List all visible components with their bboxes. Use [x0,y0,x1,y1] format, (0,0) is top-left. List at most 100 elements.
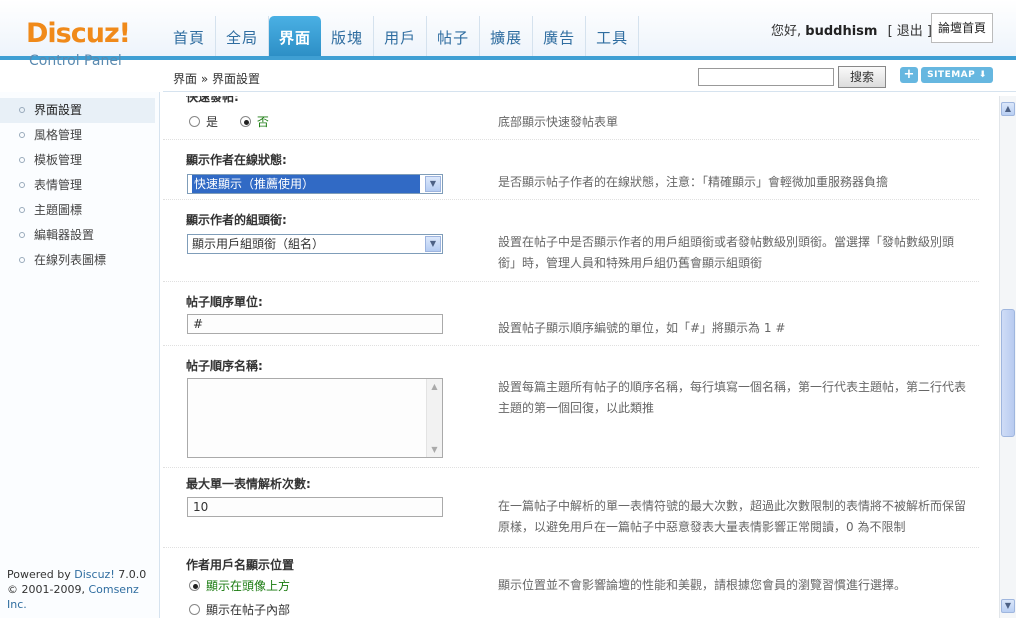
radio-selected-icon [189,580,200,591]
select-value: 顯示用戶組頭銜（組名） [192,237,325,251]
bullet-icon [19,157,25,163]
setting-desc: 是否顯示帖子作者的在線狀態，注意：「精確顯示」會輕微加重服務器負擔 [498,175,889,189]
textarea-scrollbar[interactable]: ▲ ▼ [426,379,442,457]
copyright-text: © 2001-2009, [7,583,89,596]
sidebar-item-thread-icons[interactable]: 主題圖標 [0,198,155,223]
select-value: 快速顯示（推薦使用） [192,175,420,193]
radio-label: 否 [256,115,269,129]
smiley-max-input[interactable]: 10 [187,497,443,517]
sidebar-item-styles[interactable]: 風格管理 [0,123,155,148]
sidebar-item-online-icons[interactable]: 在線列表圖標 [0,248,155,273]
setting-group-title: 顯示作者的組頭銜: 顯示用戶組頭銜（組名） ▼ 設置在帖子中是否顯示作者的用戶組… [163,200,979,282]
bullet-icon [19,107,25,113]
header: Discuz! Control Panel 首頁 全局 界面 版塊 用戶 帖子 … [0,0,1016,69]
setting-label: 顯示作者在線狀態: [186,153,287,167]
bullet-icon [19,132,25,138]
sub-bar: 界面 » 界面設置 搜索 + SITEMAP ⬇ [163,62,1016,92]
sidebar-item-label: 編輯器設置 [34,228,95,242]
sidebar-item-label: 表情管理 [34,178,83,192]
nav-global[interactable]: 全局 [216,16,270,56]
setting-desc: 在一篇帖子中解析的單一表情符號的最大次數，超過此次數限制的表情將不被解析而保留原… [498,499,967,534]
user-bar: 您好, buddhism [ 退出 ] [771,20,932,39]
author-pos-option-1[interactable]: 顯示在頭像上方 [189,577,290,594]
setting-desc: 顯示位置並不會影響論壇的性能和美觀，請根據您會員的瀏覽習慣進行選擇。 [498,578,907,592]
scroll-down-icon: ▼ [431,445,438,454]
setting-label: 帖子順序名稱: [186,359,263,373]
author-pos-option-2[interactable]: 顯示在帖子內部 [189,601,290,618]
footer: Powered by Discuz! 7.0.0 © 2001-2009, Co… [7,567,159,612]
setting-smiley-max: 最大單一表情解析次數: 10 在一篇帖子中解析的單一表情符號的最大次數，超過此次… [163,468,979,548]
group-title-select[interactable]: 顯示用戶組頭銜（組名） ▼ [187,234,443,254]
page-scrollbar[interactable]: ▲ ▼ [999,96,1016,618]
radio-icon [189,116,200,127]
discuz-logo[interactable]: Discuz! Control Panel [0,0,160,92]
sidebar-item-templates[interactable]: 模板管理 [0,148,155,173]
scroll-thumb[interactable] [1001,309,1015,437]
nav-tools[interactable]: 工具 [586,16,640,56]
setting-label: 作者用戶名顯示位置 [186,558,295,572]
powered-by-text: Powered by [7,568,75,581]
online-status-select[interactable]: 快速顯示（推薦使用） ▼ [187,174,443,194]
setting-label: 顯示作者的組頭銜: [186,213,287,227]
top-nav: 首頁 全局 界面 版塊 用戶 帖子 擴展 廣告 工具 [163,16,640,56]
plus-icon[interactable]: + [900,67,918,83]
post-names-textarea[interactable]: ▲ ▼ [187,378,443,458]
setting-post-names: 帖子順序名稱: ▲ ▼ 設置每篇主題所有帖子的順序名稱，每行填寫一個名稱，第一行… [163,346,979,468]
radio-no[interactable]: 否 [239,115,269,129]
settings-panel: 快速發帖: 是 否 底部顯示快速發帖表單 顯示作者在線狀態: 快速顯示（推薦使用… [163,96,999,618]
logo-subtitle: Control Panel [29,53,122,69]
sidebar-item-editor[interactable]: 編輯器設置 [0,223,155,248]
sidebar-item-smilies[interactable]: 表情管理 [0,173,155,198]
sidebar-item-label: 界面設置 [34,103,83,117]
setting-desc: 底部顯示快速發帖表單 [498,115,619,129]
logo-brand: Discuz! [26,18,131,49]
nav-users[interactable]: 用戶 [374,16,428,56]
bullet-icon [19,257,25,263]
logout-link[interactable]: [ 退出 ] [888,24,932,39]
bullet-icon [19,207,25,213]
nav-forums[interactable]: 版塊 [321,16,375,56]
bullet-icon [19,232,25,238]
setting-quick-reply: 快速發帖: 是 否 底部顯示快速發帖表單 [163,96,979,140]
chevron-down-icon: ▼ [425,176,441,192]
radio-label: 顯示在帖子內部 [206,603,291,617]
sidebar-item-label: 在線列表圖標 [34,253,107,267]
setting-post-unit: 帖子順序單位: # 設置帖子顯示順序編號的單位，如「#」將顯示為 1 # [163,282,979,346]
sidebar-item-label: 模板管理 [34,153,83,167]
setting-label: 最大單一表情解析次數: [186,477,311,491]
search-input[interactable] [698,68,834,86]
nav-interface[interactable]: 界面 [269,16,322,56]
radio-label: 顯示在頭像上方 [206,579,291,593]
nav-ads[interactable]: 廣告 [533,16,587,56]
radio-icon [189,604,200,615]
sitemap-button[interactable]: SITEMAP ⬇ [921,67,993,83]
radio-yes[interactable]: 是 [189,115,218,129]
scroll-up-icon: ▲ [431,382,438,391]
radio-label: 是 [206,115,219,129]
nav-home[interactable]: 首頁 [163,16,217,56]
setting-label: 帖子順序單位: [186,295,263,309]
setting-online-status: 顯示作者在線狀態: 快速顯示（推薦使用） ▼ 是否顯示帖子作者的在線狀態，注意：… [163,140,979,200]
radio-selected-icon [239,116,251,127]
discuz-link[interactable]: Discuz! [74,568,114,581]
post-unit-input[interactable]: # [187,314,443,334]
nav-extensions[interactable]: 擴展 [480,16,534,56]
username: buddhism [805,24,878,39]
forum-home-button[interactable]: 論壇首頁 [931,13,993,43]
scroll-down-icon[interactable]: ▼ [1001,599,1015,613]
sidebar-item-label: 主題圖標 [34,203,83,217]
chevron-down-icon: ▼ [425,236,441,252]
scroll-up-icon[interactable]: ▲ [1001,102,1015,116]
greeting: 您好, [771,24,802,39]
sidebar: 界面設置 風格管理 模板管理 表情管理 主題圖標 編輯器設置 在線列表圖標 Po… [0,92,160,618]
sidebar-item-label: 風格管理 [34,128,83,142]
setting-desc: 設置每篇主題所有帖子的順序名稱，每行填寫一個名稱，第一行代表主題帖，第二行代表主… [498,380,967,415]
setting-label: 快速發帖: [186,96,239,104]
version-text: 7.0.0 [114,568,147,581]
setting-author-position: 作者用戶名顯示位置 顯示在頭像上方 顯示在帖子內部 顯示位置並不會影響論壇的性能… [163,548,979,618]
nav-posts[interactable]: 帖子 [427,16,481,56]
search-button[interactable]: 搜索 [838,66,886,88]
quick-reply-options: 是 否 [189,113,269,130]
bullet-icon [19,182,25,188]
sidebar-item-interface-settings[interactable]: 界面設置 [0,98,155,123]
